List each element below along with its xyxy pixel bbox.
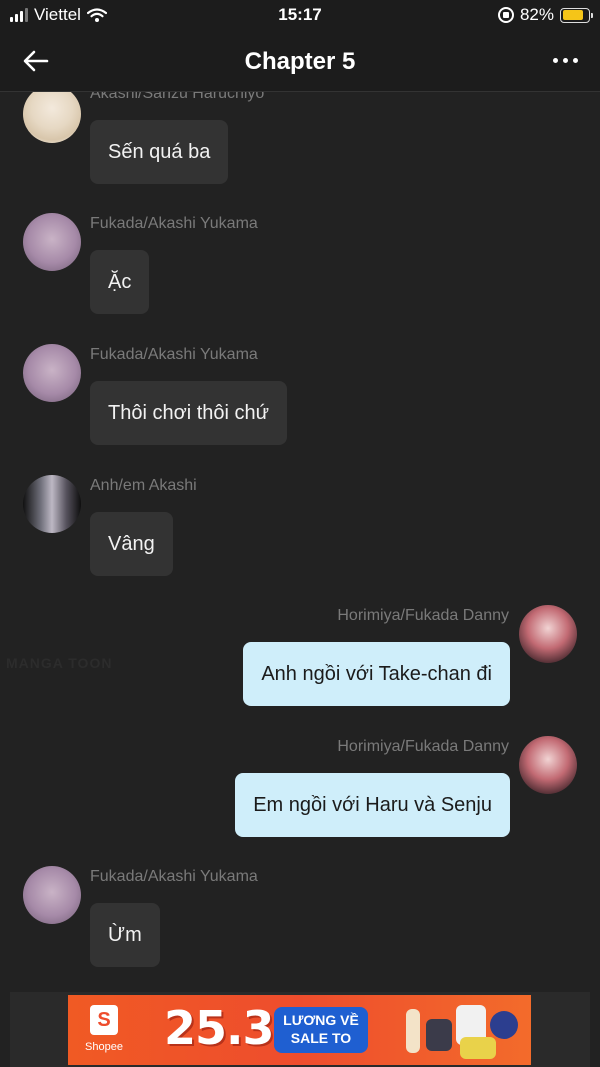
message-bubble[interactable]: Em ngồi với Haru và Senju	[235, 773, 510, 837]
ad-container: S Shopee 25.3 LƯƠNG VỀ SALE TO	[10, 992, 590, 1067]
message-bubble[interactable]: Sến quá ba	[90, 120, 229, 184]
chat-thread[interactable]: Akashi/Sanzu Haruchiyo Sến quá ba Fukada…	[0, 92, 600, 992]
status-right: 82%	[497, 5, 593, 25]
message-bubble[interactable]: Thôi chơi thôi chứ	[90, 381, 288, 445]
shopee-logo: S Shopee	[82, 1001, 126, 1059]
avatar[interactable]	[23, 213, 81, 271]
avatar[interactable]	[519, 736, 577, 794]
sender-name: Fukada/Akashi Yukama	[90, 868, 258, 885]
orientation-lock-icon	[497, 7, 514, 23]
product-snack	[426, 1019, 452, 1051]
product-headphones	[490, 1011, 518, 1039]
avatar[interactable]	[519, 605, 577, 663]
avatar[interactable]	[23, 866, 81, 924]
avatar[interactable]	[23, 92, 81, 143]
nav-bar: Chapter 5	[0, 30, 600, 92]
ad-banner[interactable]: S Shopee 25.3 LƯƠNG VỀ SALE TO	[68, 995, 531, 1065]
sender-name: Horimiya/Fukada Danny	[337, 607, 509, 624]
sender-name: Akashi/Sanzu Haruchiyo	[90, 92, 265, 102]
product-speaker	[460, 1037, 496, 1059]
ad-products-image	[398, 1001, 524, 1059]
sender-name: Horimiya/Fukada Danny	[337, 738, 509, 755]
status-bar: Viettel 15:17 82%	[0, 0, 600, 30]
ad-tag-line1: LƯƠNG VỀ	[283, 1012, 359, 1028]
sender-name: Anh/em Akashi	[90, 477, 197, 494]
battery-percent: 82%	[519, 5, 554, 24]
ad-tag: LƯƠNG VỀ SALE TO	[274, 1007, 368, 1053]
ad-tag-line2: SALE TO	[290, 1030, 352, 1046]
ad-date: 25.3	[164, 1001, 274, 1055]
more-horizontal-icon[interactable]	[553, 58, 578, 63]
message-bubble[interactable]: Ặc	[90, 250, 150, 314]
product-tube	[406, 1009, 420, 1053]
watermark: MANGA TOON	[6, 655, 113, 671]
message-bubble[interactable]: Vâng	[90, 512, 173, 576]
page-title: Chapter 5	[244, 48, 356, 75]
avatar[interactable]	[23, 344, 81, 402]
message-bubble[interactable]: Ừm	[90, 903, 160, 967]
shopping-bag-icon: S	[90, 1005, 118, 1035]
message-bubble[interactable]: Anh ngồi với Take-chan đi	[243, 642, 510, 706]
avatar[interactable]	[23, 475, 81, 533]
battery-fill	[562, 10, 583, 20]
battery-icon	[560, 7, 593, 23]
sender-name: Fukada/Akashi Yukama	[90, 346, 258, 363]
sender-name: Fukada/Akashi Yukama	[90, 215, 258, 232]
ad-brand: Shopee	[85, 1041, 123, 1053]
